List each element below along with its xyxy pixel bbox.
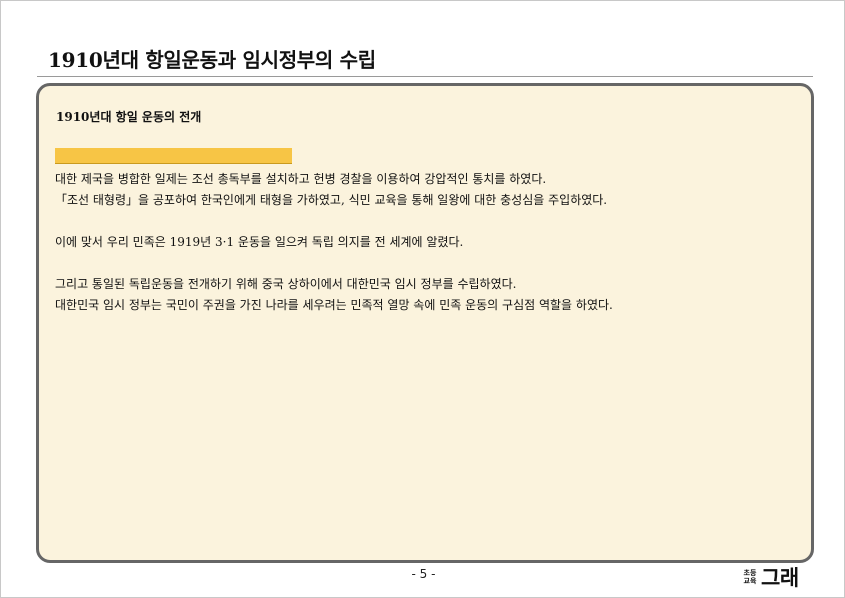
page-title: 1910년대 항일운동과 임시정부의 수립 [48,48,376,72]
brand-logo: 초등 교육 그래 [742,563,812,593]
paragraph-line: 「조선 태형령」을 공포하여 한국인에게 태형을 가하였고, 식민 교육을 통해… [55,193,608,207]
page-number: - 5 - [411,567,436,581]
content-box: 1910년대 항일 운동의 전개 대한 제국을 병합한 일제는 조선 총독부를 … [36,83,814,563]
paragraph-line: 대한 제국을 병합한 일제는 조선 총독부를 설치하고 헌병 경찰을 이용하여 … [55,172,547,186]
paragraph-2: 이에 맞서 우리 민족은 1919년 3·1 운동을 일으켜 독립 의지를 전 … [55,232,463,253]
paragraph-line: 이에 맞서 우리 민족은 1919년 3·1 운동을 일으켜 독립 의지를 전 … [55,235,464,249]
title-divider [37,76,813,77]
logo-big-text: 그래 [761,566,799,590]
paragraph-1: 대한 제국을 병합한 일제는 조선 총독부를 설치하고 헌병 경찰을 이용하여 … [55,169,607,211]
section-heading: 1910년대 항일 운동의 전개 [56,110,202,124]
page-frame: 1910년대 항일운동과 임시정부의 수립 1910년대 항일 운동의 전개 대… [0,0,845,598]
paragraph-line: 대한민국 임시 정부는 국민이 주권을 가진 나라를 세우려는 민족적 열망 속… [55,298,613,312]
paragraph-3: 그리고 통일된 독립운동을 전개하기 위해 중국 상하이에서 대한민국 임시 정… [55,274,613,316]
logo-small-text: 초등 교육 [743,569,757,585]
highlight-bar [55,148,292,164]
paragraph-line: 그리고 통일된 독립운동을 전개하기 위해 중국 상하이에서 대한민국 임시 정… [55,277,517,291]
